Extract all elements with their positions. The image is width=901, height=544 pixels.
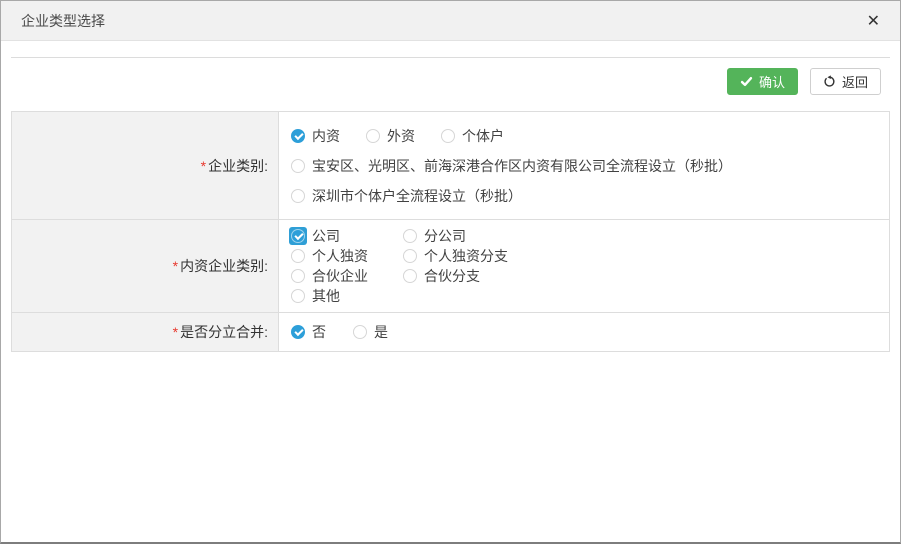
row-options: 内资 外资 个体户宝安区、光明区、前海深港合作区内资有限公司全流程设立（秒批） 深圳市… xyxy=(279,112,889,219)
radio-option[interactable]: 合伙分支 xyxy=(401,266,513,286)
radio-unchecked-icon xyxy=(441,129,455,143)
undo-icon xyxy=(823,75,836,88)
radio-icon[interactable] xyxy=(289,227,307,245)
radio-option[interactable]: 公司 xyxy=(289,226,401,246)
radio-option-label: 分公司 xyxy=(424,226,466,246)
confirm-button-label: 确认 xyxy=(759,72,785,91)
radio-unchecked-icon xyxy=(403,229,417,243)
radio-icon[interactable] xyxy=(289,157,307,175)
form-table: *企业类别: 内资 外资 个体户宝安区、光明区、前海深港合作区内资有限公司全流程设立（… xyxy=(11,111,890,352)
radio-option-label: 合伙分支 xyxy=(424,266,480,286)
row-options: 公司 分公司个人独资 个人独资分支合伙企业 合伙分支其他 xyxy=(279,220,889,312)
enterprise-type-dialog: { "dialog": { "title": "企业类型选择", "close_… xyxy=(0,0,901,544)
radio-icon[interactable] xyxy=(289,127,307,145)
radio-icon[interactable] xyxy=(364,127,382,145)
form-row: *是否分立合并:否是 xyxy=(12,312,889,351)
radio-unchecked-icon xyxy=(291,289,305,303)
radio-icon[interactable] xyxy=(289,247,307,265)
radio-option-label: 公司 xyxy=(312,226,340,246)
option-line: 公司 分公司 xyxy=(289,226,889,246)
radio-option[interactable]: 其他 xyxy=(289,286,401,306)
radio-unchecked-icon xyxy=(403,269,417,283)
radio-option-label: 其他 xyxy=(312,286,340,306)
radio-option[interactable]: 宝安区、光明区、前海深港合作区内资有限公司全流程设立（秒批） xyxy=(289,156,732,176)
back-button-label: 返回 xyxy=(842,72,868,91)
radio-unchecked-icon xyxy=(291,269,305,283)
dialog-header: 企业类型选择 ✕ xyxy=(1,1,900,41)
radio-unchecked-icon xyxy=(353,325,367,339)
radio-option-label: 宝安区、光明区、前海深港合作区内资有限公司全流程设立（秒批） xyxy=(312,156,732,176)
dialog-title: 企业类型选择 xyxy=(21,11,105,31)
radio-unchecked-icon xyxy=(403,249,417,263)
form-row: *企业类别: 内资 外资 个体户宝安区、光明区、前海深港合作区内资有限公司全流程设立（… xyxy=(12,112,889,219)
radio-unchecked-icon xyxy=(291,249,305,263)
check-icon xyxy=(740,75,753,88)
radio-option[interactable]: 个人独资分支 xyxy=(401,246,513,266)
radio-icon[interactable] xyxy=(401,267,419,285)
required-asterisk: * xyxy=(201,158,206,174)
row-label: *企业类别: xyxy=(12,112,279,219)
radio-option-label: 深圳市个体户全流程设立（秒批） xyxy=(312,186,522,206)
radio-option[interactable]: 分公司 xyxy=(401,226,513,246)
radio-unchecked-icon xyxy=(366,129,380,143)
back-button[interactable]: 返回 xyxy=(810,68,881,95)
radio-icon[interactable] xyxy=(289,267,307,285)
radio-option[interactable]: 是 xyxy=(351,322,413,342)
radio-unchecked-icon xyxy=(291,189,305,203)
close-icon[interactable]: ✕ xyxy=(867,13,880,29)
radio-option-label: 是 xyxy=(374,322,388,342)
radio-option[interactable]: 个人独资 xyxy=(289,246,401,266)
radio-checked-icon xyxy=(291,325,305,339)
radio-option[interactable]: 合伙企业 xyxy=(289,266,401,286)
option-line: 深圳市个体户全流程设立（秒批） xyxy=(289,181,889,211)
required-asterisk: * xyxy=(173,324,178,340)
radio-checked-icon xyxy=(291,229,305,243)
radio-option[interactable]: 个体户 xyxy=(439,126,514,146)
required-asterisk: * xyxy=(173,258,178,274)
radio-icon[interactable] xyxy=(401,247,419,265)
option-line: 个人独资 个人独资分支 xyxy=(289,246,889,266)
option-line: 其他 xyxy=(289,286,889,306)
row-label: *是否分立合并: xyxy=(12,313,279,351)
option-line: 内资 外资 个体户 xyxy=(289,121,889,151)
option-line: 宝安区、光明区、前海深港合作区内资有限公司全流程设立（秒批） xyxy=(289,151,889,181)
row-label: *内资企业类别: xyxy=(12,220,279,312)
radio-option-label: 个体户 xyxy=(462,126,504,146)
radio-unchecked-icon xyxy=(291,159,305,173)
radio-icon[interactable] xyxy=(439,127,457,145)
radio-option-label: 否 xyxy=(312,322,326,342)
row-options: 否是 xyxy=(279,313,889,351)
radio-option[interactable]: 否 xyxy=(289,322,351,342)
radio-option-label: 个人独资 xyxy=(312,246,368,266)
radio-icon[interactable] xyxy=(351,323,369,341)
confirm-button[interactable]: 确认 xyxy=(727,68,798,95)
radio-option-label: 内资 xyxy=(312,126,340,146)
radio-option-label: 合伙企业 xyxy=(312,266,368,286)
radio-option[interactable]: 外资 xyxy=(364,126,439,146)
radio-option-label: 外资 xyxy=(387,126,415,146)
form-row: *内资企业类别: 公司 分公司个人独资 个人独资分支合伙企业 合伙分支其他 xyxy=(12,219,889,312)
radio-option[interactable]: 深圳市个体户全流程设立（秒批） xyxy=(289,186,522,206)
radio-icon[interactable] xyxy=(289,287,307,305)
option-line: 否是 xyxy=(289,320,889,344)
radio-option-label: 个人独资分支 xyxy=(424,246,508,266)
radio-icon[interactable] xyxy=(289,323,307,341)
radio-checked-icon xyxy=(291,129,305,143)
radio-icon[interactable] xyxy=(401,227,419,245)
radio-icon[interactable] xyxy=(289,187,307,205)
option-line: 合伙企业 合伙分支 xyxy=(289,266,889,286)
toolbar: 确认 返回 xyxy=(1,58,900,95)
radio-option[interactable]: 内资 xyxy=(289,126,364,146)
